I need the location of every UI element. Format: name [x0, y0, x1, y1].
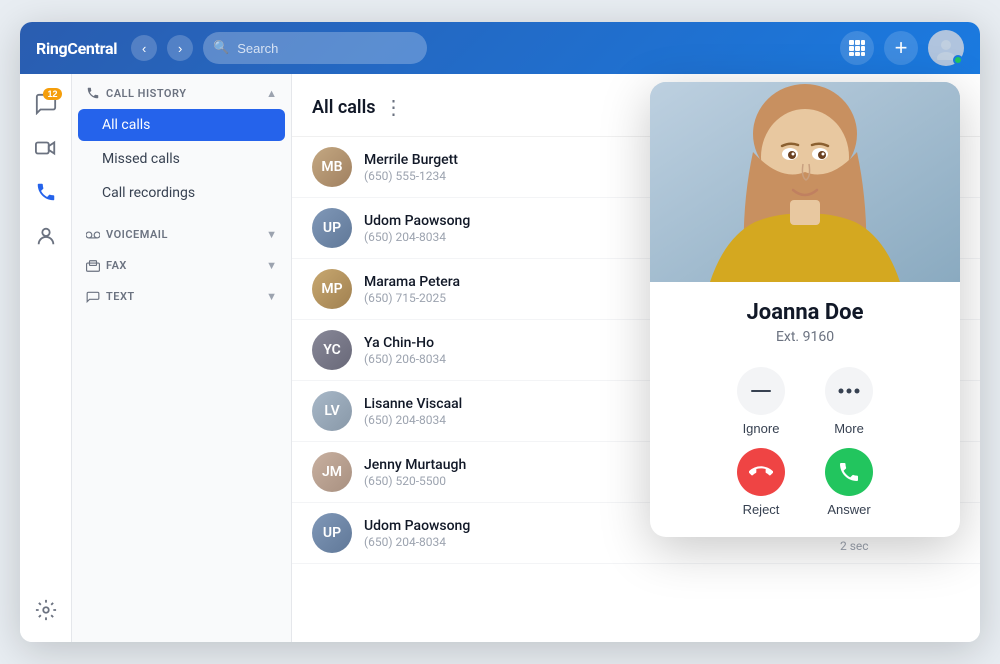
- chevron-up-icon: ▲: [266, 87, 277, 100]
- call-list-menu-button[interactable]: ⋮: [376, 91, 412, 124]
- grid-button[interactable]: [840, 31, 874, 65]
- sidebar-bottom: [26, 590, 66, 642]
- call-list-title: All calls: [312, 97, 376, 118]
- caller-avatar: UP: [312, 208, 352, 248]
- call-actions-top: Ignore More: [650, 353, 960, 440]
- sidebar-video-button[interactable]: [26, 128, 66, 168]
- nav-call-recordings[interactable]: Call recordings: [78, 177, 285, 209]
- more-icon-circle: [825, 367, 873, 415]
- nav-missed-calls[interactable]: Missed calls: [78, 143, 285, 175]
- text-header[interactable]: TEXT ▼: [72, 280, 291, 311]
- fax-chevron: ▼: [266, 259, 277, 272]
- caller-avatar: LV: [312, 391, 352, 431]
- ignore-button[interactable]: Ignore: [737, 367, 785, 436]
- fax-header[interactable]: FAX ▼: [72, 249, 291, 280]
- nav-all-calls[interactable]: All calls: [78, 109, 285, 141]
- sidebar-chat-button[interactable]: 12: [26, 84, 66, 124]
- app-window: RingCentral ‹ › 🔍 +: [20, 22, 980, 642]
- call-history-header[interactable]: CALL HISTORY ▲: [72, 74, 291, 108]
- more-button[interactable]: More: [825, 367, 873, 436]
- voicemail-chevron: ▼: [266, 228, 277, 241]
- search-input[interactable]: [203, 32, 427, 64]
- chat-badge: 12: [43, 88, 61, 100]
- search-wrap: 🔍: [203, 32, 511, 64]
- ignore-icon-circle: [737, 367, 785, 415]
- settings-button[interactable]: [26, 590, 66, 630]
- voicemail-header[interactable]: VOICEMAIL ▼: [72, 218, 291, 249]
- text-chevron: ▼: [266, 290, 277, 303]
- caller-avatar: YC: [312, 330, 352, 370]
- sidebar-contacts-button[interactable]: [26, 216, 66, 256]
- sidebar-icons: 12: [20, 74, 72, 642]
- titlebar: RingCentral ‹ › 🔍 +: [20, 22, 980, 74]
- caller-avatar: UP: [312, 513, 352, 553]
- call-duration: 2 sec: [840, 539, 869, 553]
- caller-details: Joanna Doe Ext. 9160: [650, 282, 960, 353]
- add-button[interactable]: +: [884, 31, 918, 65]
- incoming-call-card: Joanna Doe Ext. 9160 Ignore More: [650, 82, 960, 537]
- answer-label: Answer: [827, 502, 870, 517]
- titlebar-actions: +: [840, 30, 964, 66]
- reject-icon-circle: [737, 448, 785, 496]
- caller-avatar: JM: [312, 452, 352, 492]
- caller-photo: [650, 82, 960, 282]
- caller-ext: Ext. 9160: [670, 329, 940, 345]
- app-logo: RingCentral: [36, 39, 117, 58]
- ignore-label: Ignore: [743, 421, 780, 436]
- reject-label: Reject: [743, 502, 780, 517]
- answer-button[interactable]: Answer: [825, 448, 873, 517]
- forward-button[interactable]: ›: [167, 35, 193, 61]
- call-history-panel: CALL HISTORY ▲ All calls Missed calls Ca…: [72, 74, 292, 642]
- sidebar-phone-button[interactable]: [26, 172, 66, 212]
- answer-icon-circle: [825, 448, 873, 496]
- call-actions-bottom: Reject Answer: [650, 440, 960, 537]
- back-button[interactable]: ‹: [131, 35, 157, 61]
- more-label: More: [834, 421, 864, 436]
- online-indicator: [953, 55, 963, 65]
- caller-avatar: MB: [312, 147, 352, 187]
- avatar[interactable]: [928, 30, 964, 66]
- caller-name: Joanna Doe: [670, 300, 940, 325]
- reject-button[interactable]: Reject: [737, 448, 785, 517]
- caller-avatar: MP: [312, 269, 352, 309]
